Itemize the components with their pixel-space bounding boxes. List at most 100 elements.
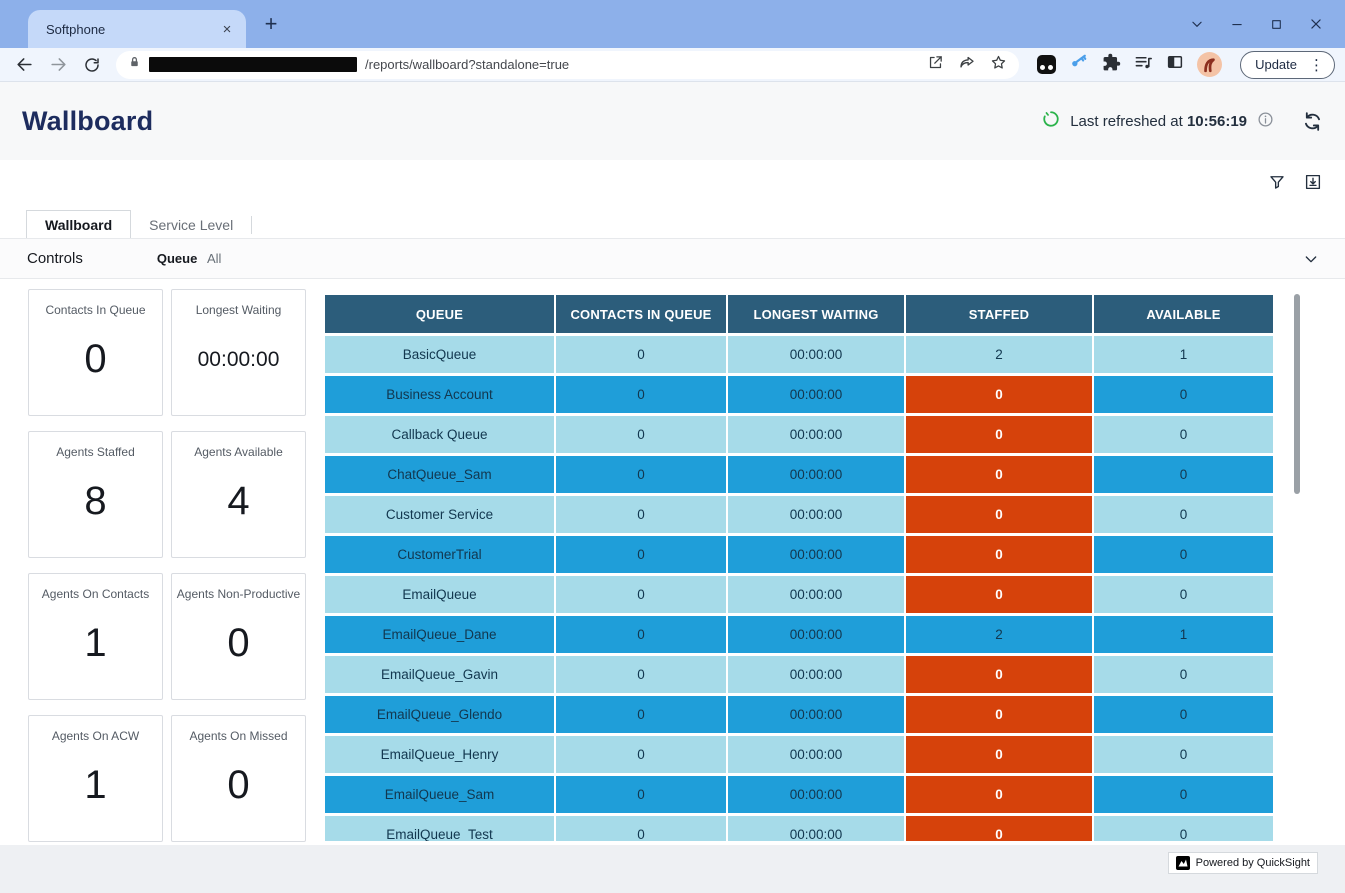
queue-filter-value: All <box>207 251 221 266</box>
maximize-icon[interactable] <box>1270 18 1283 31</box>
address-bar[interactable]: /reports/wallboard?standalone=true <box>116 51 1019 79</box>
col-available: AVAILABLE <box>1094 295 1273 333</box>
table-row[interactable]: EmailQueue_Glendo 0 00:00:00 0 0 <box>325 696 1273 733</box>
url-redaction <box>149 57 357 72</box>
kpi-value: 0 <box>29 328 162 391</box>
close-icon[interactable] <box>1309 17 1323 31</box>
cell-queue: ChatQueue_Sam <box>325 456 554 493</box>
table-scrollbar[interactable] <box>1294 294 1300 494</box>
table-row[interactable]: Callback Queue 0 00:00:00 0 0 <box>325 416 1273 453</box>
filter-icon[interactable] <box>1267 172 1287 192</box>
cell-available: 0 <box>1094 656 1273 693</box>
kpi-grid: Contacts In Queue 0 Longest Waiting 00:0… <box>28 289 306 842</box>
queue-filter-control[interactable]: Queue All <box>157 251 222 266</box>
cell-staffed: 0 <box>906 816 1092 841</box>
open-in-new-icon[interactable] <box>927 54 944 76</box>
table-row[interactable]: Customer Service 0 00:00:00 0 0 <box>325 496 1273 533</box>
cell-longest-waiting: 00:00:00 <box>728 696 904 733</box>
tab-service-level[interactable]: Service Level <box>131 210 251 239</box>
cell-queue: EmailQueue_Henry <box>325 736 554 773</box>
cell-queue: EmailQueue_Test <box>325 816 554 841</box>
cell-available: 0 <box>1094 456 1273 493</box>
col-queue: QUEUE <box>325 295 554 333</box>
info-icon[interactable] <box>1257 111 1274 133</box>
reload-icon[interactable] <box>78 51 106 79</box>
update-button[interactable]: Update ⋮ <box>1240 51 1335 79</box>
table-row[interactable]: EmailQueue 0 00:00:00 0 0 <box>325 576 1273 613</box>
table-row[interactable]: EmailQueue_Dane 0 00:00:00 2 1 <box>325 616 1273 653</box>
page-header: Wallboard Last refreshed at 10:56:19 <box>0 82 1345 161</box>
cell-contacts-in-queue: 0 <box>556 616 726 653</box>
cell-queue: EmailQueue_Sam <box>325 776 554 813</box>
kpi-label: Contacts In Queue <box>29 303 162 317</box>
timer-icon <box>1042 110 1060 133</box>
cell-contacts-in-queue: 0 <box>556 656 726 693</box>
refresh-icon[interactable] <box>1302 111 1323 132</box>
kpi-card: Agents Non-Productive 0 <box>171 573 306 700</box>
cell-staffed: 2 <box>906 616 1092 653</box>
table-row[interactable]: Business Account 0 00:00:00 0 0 <box>325 376 1273 413</box>
tab-wallboard[interactable]: Wallboard <box>26 210 131 239</box>
footer-strip: Powered by QuickSight <box>0 845 1345 893</box>
lock-icon[interactable] <box>128 55 141 74</box>
tab-close-icon[interactable]: × <box>218 20 236 38</box>
cell-contacts-in-queue: 0 <box>556 496 726 533</box>
table-row[interactable]: EmailQueue_Test 0 00:00:00 0 0 <box>325 816 1273 841</box>
kpi-label: Agents Non-Productive <box>172 587 305 601</box>
cell-staffed: 0 <box>906 416 1092 453</box>
table-row[interactable]: EmailQueue_Henry 0 00:00:00 0 0 <box>325 736 1273 773</box>
extension-domino-icon[interactable] <box>1037 55 1056 74</box>
cell-staffed: 0 <box>906 776 1092 813</box>
cell-longest-waiting: 00:00:00 <box>728 456 904 493</box>
back-icon[interactable] <box>10 51 38 79</box>
browser-tab[interactable]: Softphone × <box>28 10 246 48</box>
extension-key-icon[interactable] <box>1069 52 1089 77</box>
cell-available: 0 <box>1094 736 1273 773</box>
cell-contacts-in-queue: 0 <box>556 536 726 573</box>
kpi-value: 0 <box>172 612 305 675</box>
share-icon[interactable] <box>958 53 976 76</box>
extensions-puzzle-icon[interactable] <box>1102 53 1121 77</box>
table-row[interactable]: EmailQueue_Gavin 0 00:00:00 0 0 <box>325 656 1273 693</box>
cell-queue: EmailQueue_Dane <box>325 616 554 653</box>
tab-service-level-label: Service Level <box>149 217 233 233</box>
reading-list-icon[interactable] <box>1134 53 1153 77</box>
tab-search-icon[interactable] <box>1190 17 1204 31</box>
dashboard-panel: Wallboard Service Level Controls Queue A… <box>0 160 1345 845</box>
table-row[interactable]: EmailQueue_Sam 0 00:00:00 0 0 <box>325 776 1273 813</box>
kpi-value: 8 <box>29 470 162 533</box>
update-label: Update <box>1255 57 1297 72</box>
kpi-label: Agents Staffed <box>29 445 162 459</box>
cell-available: 0 <box>1094 416 1273 453</box>
cell-staffed: 0 <box>906 496 1092 533</box>
minimize-icon[interactable] <box>1230 17 1244 31</box>
kpi-card: Agents On ACW 1 <box>28 715 163 842</box>
table-row[interactable]: CustomerTrial 0 00:00:00 0 0 <box>325 536 1273 573</box>
new-tab-icon[interactable]: + <box>258 14 284 34</box>
cell-contacts-in-queue: 0 <box>556 776 726 813</box>
quicksight-badge[interactable]: Powered by QuickSight <box>1168 852 1318 874</box>
cell-staffed: 0 <box>906 576 1092 613</box>
table-row[interactable]: BasicQueue 0 00:00:00 2 1 <box>325 336 1273 373</box>
quicksight-logo-icon <box>1176 856 1190 870</box>
sheet-tabs: Wallboard Service Level <box>26 210 252 239</box>
profile-avatar[interactable] <box>1197 52 1222 77</box>
cell-contacts-in-queue: 0 <box>556 336 726 373</box>
cell-longest-waiting: 00:00:00 <box>728 656 904 693</box>
queue-table-container: QUEUE CONTACTS IN QUEUE LONGEST WAITING … <box>316 289 1308 841</box>
menu-dots-icon[interactable]: ⋮ <box>1305 56 1328 74</box>
cell-queue: BasicQueue <box>325 336 554 373</box>
chevron-down-icon[interactable] <box>1303 251 1319 267</box>
cell-longest-waiting: 00:00:00 <box>728 496 904 533</box>
table-row[interactable]: ChatQueue_Sam 0 00:00:00 0 0 <box>325 456 1273 493</box>
cell-queue: Customer Service <box>325 496 554 533</box>
cell-staffed: 0 <box>906 696 1092 733</box>
bookmark-star-icon[interactable] <box>990 54 1007 76</box>
kpi-card: Contacts In Queue 0 <box>28 289 163 416</box>
cell-queue: Business Account <box>325 376 554 413</box>
kpi-value: 0 <box>172 754 305 817</box>
forward-icon[interactable] <box>44 51 72 79</box>
cell-contacts-in-queue: 0 <box>556 416 726 453</box>
side-panel-icon[interactable] <box>1166 53 1184 76</box>
export-icon[interactable] <box>1303 172 1323 192</box>
